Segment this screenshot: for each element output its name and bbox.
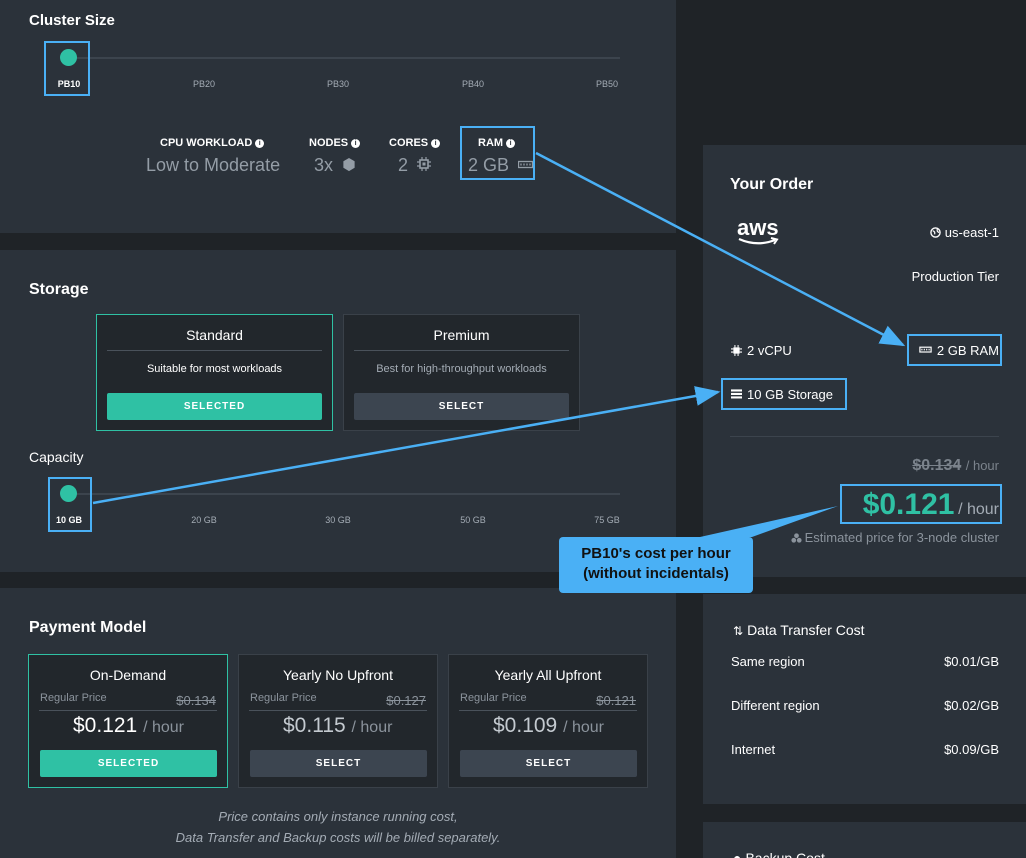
callout-pointer (700, 506, 838, 537)
arrow-capacity-to-order (92, 386, 721, 505)
arrow-ram-to-order (535, 151, 906, 347)
annotation-arrows (92, 151, 906, 537)
cost-annotation-callout: PB10's cost per hour (without incidental… (559, 537, 753, 593)
